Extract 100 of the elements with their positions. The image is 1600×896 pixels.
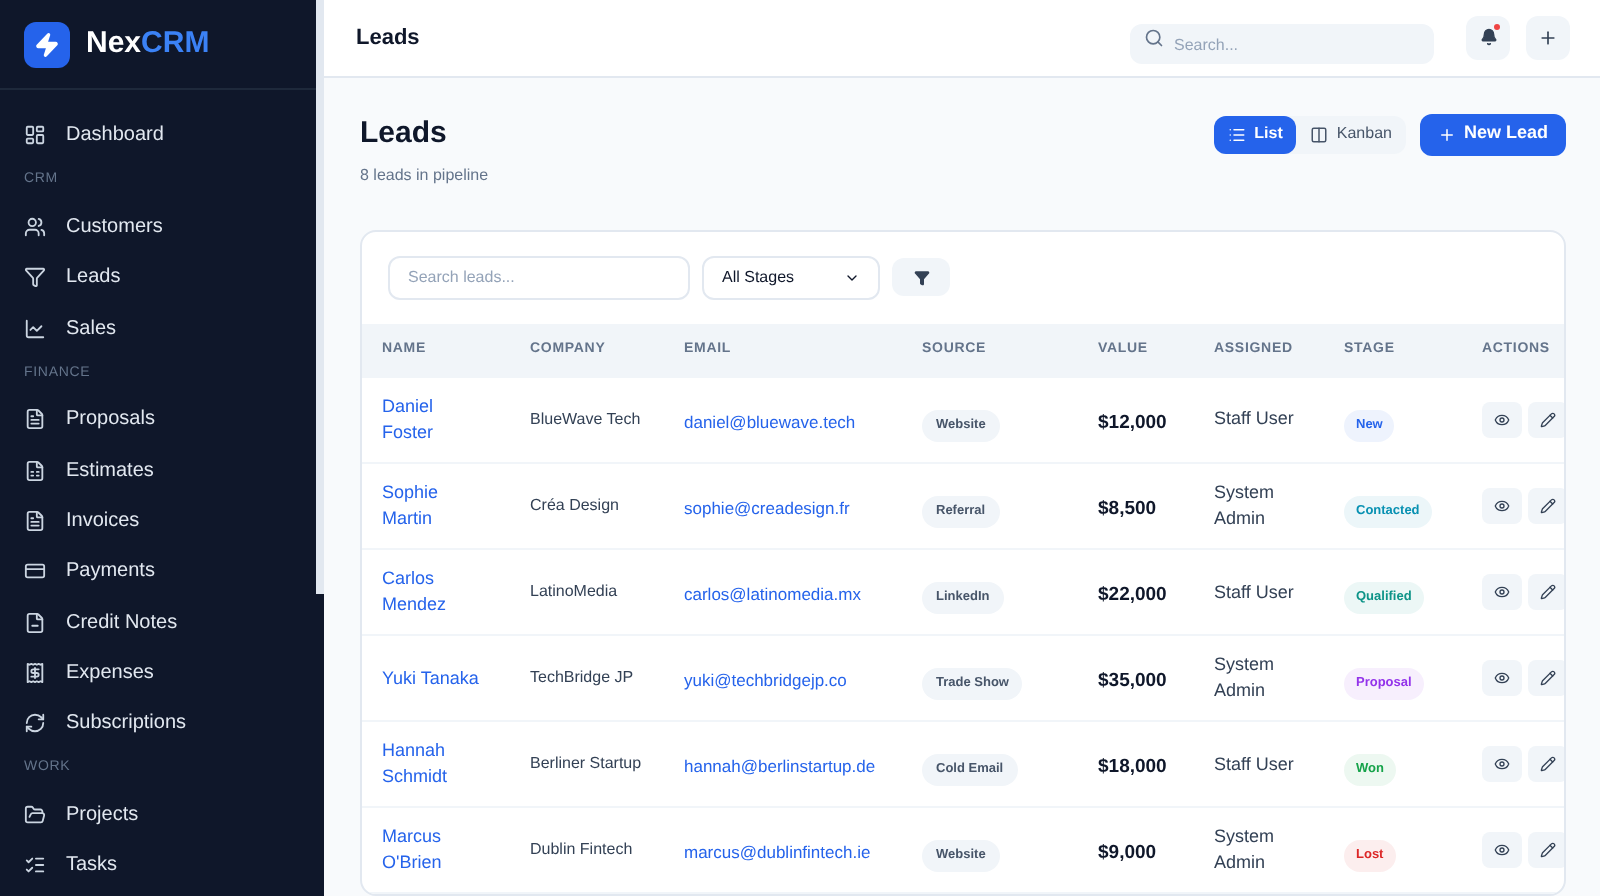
table-cell-text: Berliner Startup: [530, 752, 644, 776]
eye-icon: [1494, 498, 1510, 514]
page-subtitle: 8 leads in pipeline: [360, 163, 489, 187]
sidebar-item[interactable]: Subscriptions: [0, 697, 324, 749]
table-cell-text: Staff User: [1214, 406, 1296, 433]
top-bar-title: Leads: [356, 23, 422, 53]
funnel-icon: [913, 269, 929, 285]
search-icon: [1144, 27, 1164, 48]
card-icon: [24, 560, 46, 583]
table-cell-text: System Admin: [1214, 824, 1277, 876]
table-cell-text: Staff User: [1214, 751, 1296, 777]
value-text: $18,000: [1098, 756, 1167, 778]
brand-name: NexCRM: [86, 23, 210, 64]
table-cell-text: Dublin Fintech: [530, 838, 635, 862]
sidebar-item[interactable]: Sales: [0, 302, 324, 354]
view-button[interactable]: [1482, 401, 1522, 438]
spreadsheet-icon: [24, 459, 46, 482]
view-button[interactable]: [1482, 574, 1522, 610]
value-text: $22,000: [1098, 584, 1167, 606]
eye-icon: [1494, 756, 1510, 772]
plus-icon: [1538, 27, 1558, 48]
email-link[interactable]: sophie@creadesign.fr: [684, 498, 850, 518]
email-link[interactable]: yuki@techbridgejp.co: [684, 670, 847, 690]
lead-name-link[interactable]: Sophie Martin: [382, 480, 486, 532]
edit-button[interactable]: [1528, 574, 1564, 610]
sidebar-item[interactable]: Leads: [0, 252, 324, 303]
dashboard-icon: [24, 124, 46, 147]
plus-icon: [1437, 125, 1456, 143]
sidebar-item[interactable]: Invoices: [0, 495, 324, 547]
sidebar-item[interactable]: Projects: [0, 789, 324, 841]
lead-name-link[interactable]: Carlos Mendez: [382, 566, 486, 618]
receipt-icon: [24, 661, 46, 684]
sidebar-item[interactable]: Customers: [0, 201, 324, 253]
folder-icon: [24, 803, 46, 826]
value-text: $8,500: [1098, 498, 1157, 520]
funnel-icon: [24, 266, 46, 289]
table-cell-text: BlueWave Tech: [530, 407, 643, 432]
pencil-icon: [1540, 498, 1556, 514]
bell-icon: [1479, 28, 1497, 47]
email-link[interactable]: daniel@bluewave.tech: [684, 411, 856, 432]
document-icon: [24, 611, 46, 634]
view-button[interactable]: [1482, 746, 1522, 782]
table-cell-text: Staff User: [1214, 579, 1296, 605]
list-icon: [1228, 125, 1247, 143]
document-icon: [24, 408, 46, 431]
document-icon: [24, 509, 46, 532]
page-title: Leads: [360, 113, 449, 153]
eye-icon: [1494, 584, 1510, 600]
sidebar-item[interactable]: Expenses: [0, 647, 324, 698]
view-button[interactable]: [1482, 832, 1522, 868]
table-cell-text: Créa Design: [530, 494, 621, 518]
sidebar-item[interactable]: Tasks: [0, 840, 324, 891]
sidebar-item[interactable]: Estimates: [0, 444, 324, 496]
lead-name-link[interactable]: Yuki Tanaka: [382, 665, 486, 691]
checklist-icon: [24, 854, 46, 877]
pencil-icon: [1540, 756, 1556, 772]
stage-select[interactable]: All Stages: [702, 255, 880, 299]
eye-icon: [1494, 842, 1510, 858]
edit-button[interactable]: [1528, 488, 1564, 524]
new-lead-button[interactable]: New Lead: [1419, 113, 1566, 155]
edit-button[interactable]: [1528, 401, 1564, 438]
view-button[interactable]: [1482, 660, 1522, 696]
edit-button[interactable]: [1528, 660, 1564, 696]
logo-icon: [24, 21, 70, 67]
edit-button[interactable]: [1528, 832, 1564, 868]
eye-icon: [1494, 411, 1510, 428]
value-text: $35,000: [1098, 670, 1167, 692]
lead-name-link[interactable]: Hannah Schmidt: [382, 738, 486, 790]
refresh-icon: [24, 712, 46, 735]
users-icon: [24, 215, 46, 238]
filter-button[interactable]: [892, 258, 950, 296]
pencil-icon: [1540, 411, 1556, 428]
pencil-icon: [1540, 670, 1556, 686]
lead-name-link[interactable]: Daniel Foster: [382, 393, 486, 446]
notifications-button[interactable]: [1466, 15, 1510, 60]
pencil-icon: [1540, 584, 1556, 600]
view-tab[interactable]: Kanban: [1296, 115, 1406, 153]
view-button[interactable]: [1482, 488, 1522, 524]
value-text: $12,000: [1098, 411, 1167, 434]
table-cell-text: System Admin: [1214, 480, 1277, 532]
chart-icon: [24, 317, 46, 340]
search-leads-field[interactable]: Search leads...: [388, 255, 690, 299]
columns-icon: [1310, 125, 1329, 143]
sidebar-item[interactable]: Credit Notes: [0, 596, 324, 648]
sidebar-item[interactable]: Dashboard: [0, 110, 324, 161]
view-tab[interactable]: List: [1214, 115, 1297, 153]
sidebar-item[interactable]: Payments: [0, 546, 324, 597]
lead-name-link[interactable]: Marcus O'Brien: [382, 824, 486, 876]
table-cell-text: LatinoMedia: [530, 580, 620, 604]
email-link[interactable]: hannah@berlinstartup.de: [684, 756, 876, 776]
table-cell-text: System Admin: [1214, 652, 1277, 704]
search-field[interactable]: Search...: [1130, 24, 1434, 65]
value-text: $9,000: [1098, 842, 1157, 864]
email-link[interactable]: marcus@dublinfintech.ie: [684, 842, 871, 862]
pencil-icon: [1540, 842, 1556, 858]
edit-button[interactable]: [1528, 746, 1564, 782]
eye-icon: [1494, 670, 1510, 686]
add-button[interactable]: [1526, 15, 1570, 60]
email-link[interactable]: carlos@latinomedia.mx: [684, 584, 861, 604]
sidebar-item[interactable]: Proposals: [0, 394, 324, 445]
